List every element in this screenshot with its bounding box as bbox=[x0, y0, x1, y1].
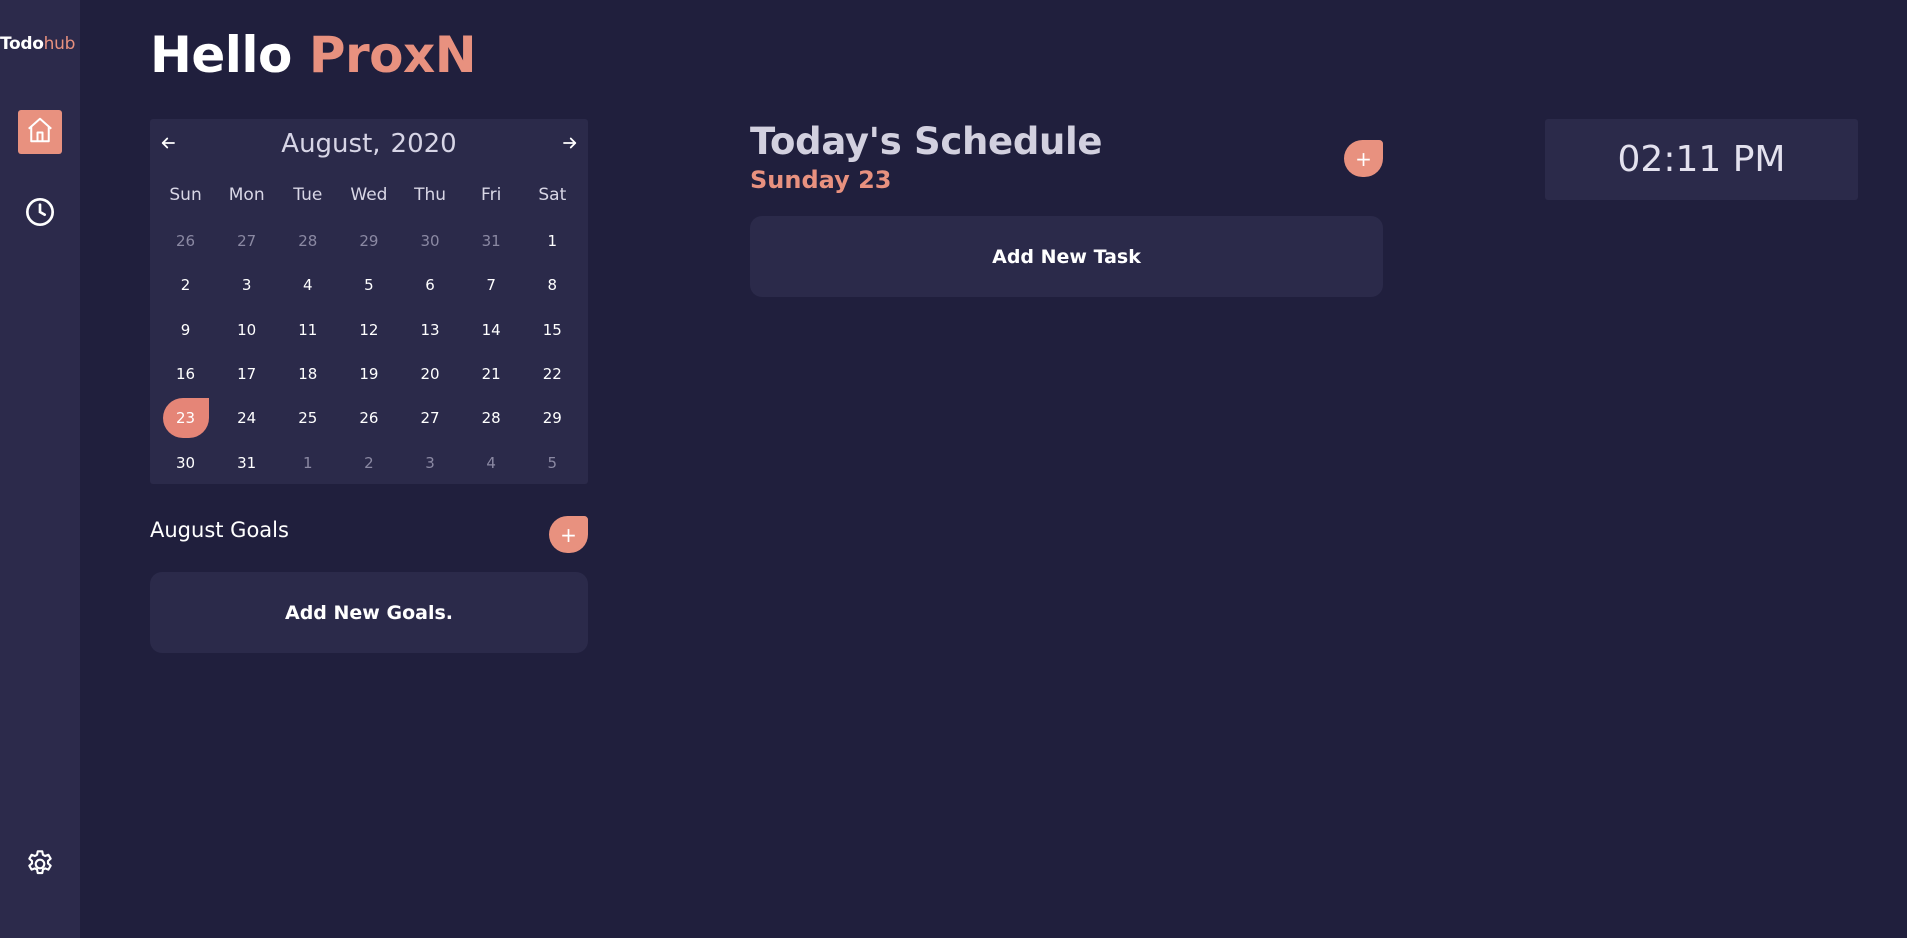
weekday-label: Thu bbox=[414, 185, 447, 205]
sidebar: Todohub bbox=[0, 0, 80, 938]
calendar-day[interactable]: 11 bbox=[277, 310, 338, 350]
calendar-day[interactable]: 3 bbox=[216, 265, 277, 305]
calendar-day[interactable]: 13 bbox=[400, 310, 461, 350]
arrow-right-icon bbox=[561, 134, 579, 156]
sidebar-item-home[interactable] bbox=[18, 110, 62, 154]
add-task-button[interactable]: + bbox=[1344, 140, 1383, 177]
calendar-day[interactable]: 10 bbox=[216, 310, 277, 350]
calendar-month: August, bbox=[281, 129, 381, 159]
schedule-date: Sunday 23 bbox=[750, 166, 892, 194]
add-new-task-label: Add New Task bbox=[992, 245, 1141, 268]
page-title: Hello ProxN bbox=[150, 26, 477, 84]
calendar-day[interactable]: 29 bbox=[522, 398, 583, 438]
logo-text-hub: hub bbox=[43, 34, 76, 54]
calendar-day[interactable]: 1 bbox=[277, 443, 338, 483]
clock-icon bbox=[24, 196, 56, 232]
calendar-day[interactable]: 21 bbox=[461, 354, 522, 394]
calendar-day[interactable]: 27 bbox=[400, 398, 461, 438]
calendar-day[interactable]: 5 bbox=[522, 443, 583, 483]
calendar-week-row: 16 17 18 19 20 21 22 bbox=[155, 354, 583, 394]
calendar-day[interactable]: 8 bbox=[522, 265, 583, 305]
calendar-day[interactable]: 26 bbox=[155, 221, 216, 261]
calendar-weekday-header: Sun Mon Tue Wed Thu Fri Sat bbox=[155, 185, 583, 205]
calendar-day[interactable]: 14 bbox=[461, 310, 522, 350]
calendar-day[interactable]: 2 bbox=[338, 443, 399, 483]
calendar-day[interactable]: 30 bbox=[400, 221, 461, 261]
username: ProxN bbox=[308, 26, 477, 84]
calendar-day[interactable]: 3 bbox=[400, 443, 461, 483]
calendar-day[interactable]: 19 bbox=[338, 354, 399, 394]
weekday-label: Fri bbox=[481, 185, 502, 205]
calendar-day[interactable]: 9 bbox=[155, 310, 216, 350]
weekday-label: Mon bbox=[228, 185, 265, 205]
gear-icon bbox=[24, 848, 56, 884]
calendar-next-button[interactable] bbox=[558, 133, 582, 157]
app-logo[interactable]: Todohub bbox=[0, 34, 80, 54]
add-new-goals-label: Add New Goals. bbox=[285, 601, 453, 624]
calendar-week-row: 26 27 28 29 30 31 1 bbox=[155, 221, 583, 261]
add-goal-button[interactable]: + bbox=[549, 516, 588, 553]
calendar-year: 2020 bbox=[390, 129, 457, 159]
calendar-day[interactable]: 4 bbox=[277, 265, 338, 305]
calendar-week-row: 30 31 1 2 3 4 5 bbox=[155, 443, 583, 483]
calendar-day[interactable]: 15 bbox=[522, 310, 583, 350]
calendar-day[interactable]: 4 bbox=[461, 443, 522, 483]
calendar-week-row: 2345678 bbox=[155, 265, 583, 305]
calendar-day[interactable]: 12 bbox=[338, 310, 399, 350]
calendar-day-selected[interactable]: 23 bbox=[162, 398, 209, 439]
calendar-day[interactable]: 28 bbox=[277, 221, 338, 261]
calendar-day[interactable]: 6 bbox=[400, 265, 461, 305]
calendar-day[interactable]: 18 bbox=[277, 354, 338, 394]
calendar-day[interactable]: 27 bbox=[216, 221, 277, 261]
clock-widget: 02:11 PM bbox=[1545, 119, 1858, 200]
add-new-task-card[interactable]: Add New Task bbox=[750, 216, 1383, 297]
current-time: 02:11 PM bbox=[1617, 139, 1786, 180]
calendar-day[interactable]: 1 bbox=[522, 221, 583, 261]
add-new-goals-card[interactable]: Add New Goals. bbox=[150, 572, 588, 653]
calendar-day[interactable]: 7 bbox=[461, 265, 522, 305]
calendar-day[interactable]: 26 bbox=[338, 398, 399, 438]
calendar-day[interactable]: 17 bbox=[216, 354, 277, 394]
weekday-label: Tue bbox=[293, 185, 323, 205]
calendar-day[interactable]: 5 bbox=[338, 265, 399, 305]
calendar-day[interactable]: 31 bbox=[216, 443, 277, 483]
calendar-day[interactable]: 28 bbox=[461, 398, 522, 438]
calendar-day[interactable]: 25 bbox=[277, 398, 338, 438]
weekday-label: Sun bbox=[169, 185, 202, 205]
greeting-text: Hello bbox=[150, 26, 292, 84]
sidebar-item-settings[interactable] bbox=[18, 844, 62, 888]
calendar-day[interactable]: 30 bbox=[155, 443, 216, 483]
weekday-label: Wed bbox=[350, 185, 388, 205]
calendar-day[interactable]: 20 bbox=[400, 354, 461, 394]
home-icon bbox=[25, 115, 55, 149]
logo-text-todo: Todo bbox=[0, 34, 44, 54]
calendar-day[interactable]: 16 bbox=[155, 354, 216, 394]
goals-title: August Goals bbox=[150, 518, 289, 542]
schedule-title: Today's Schedule bbox=[750, 120, 1103, 163]
calendar-day[interactable]: 29 bbox=[338, 221, 399, 261]
weekday-label: Sat bbox=[538, 185, 567, 205]
calendar-day[interactable]: 24 bbox=[216, 398, 277, 438]
calendar-week-row: 23 24 25 26 27 28 29 bbox=[155, 398, 583, 439]
calendar: August, 2020 Sun Mon Tue Wed Thu Fri Sat 26 27 28… bbox=[150, 119, 588, 484]
calendar-day[interactable]: 2 bbox=[155, 265, 216, 305]
sidebar-item-history[interactable] bbox=[18, 192, 62, 236]
calendar-day[interactable]: 22 bbox=[522, 354, 583, 394]
calendar-week-row: 9 10 11 12 13 14 15 bbox=[155, 310, 583, 350]
calendar-day[interactable]: 31 bbox=[461, 221, 522, 261]
calendar-month-year: August, 2020 bbox=[150, 129, 588, 159]
